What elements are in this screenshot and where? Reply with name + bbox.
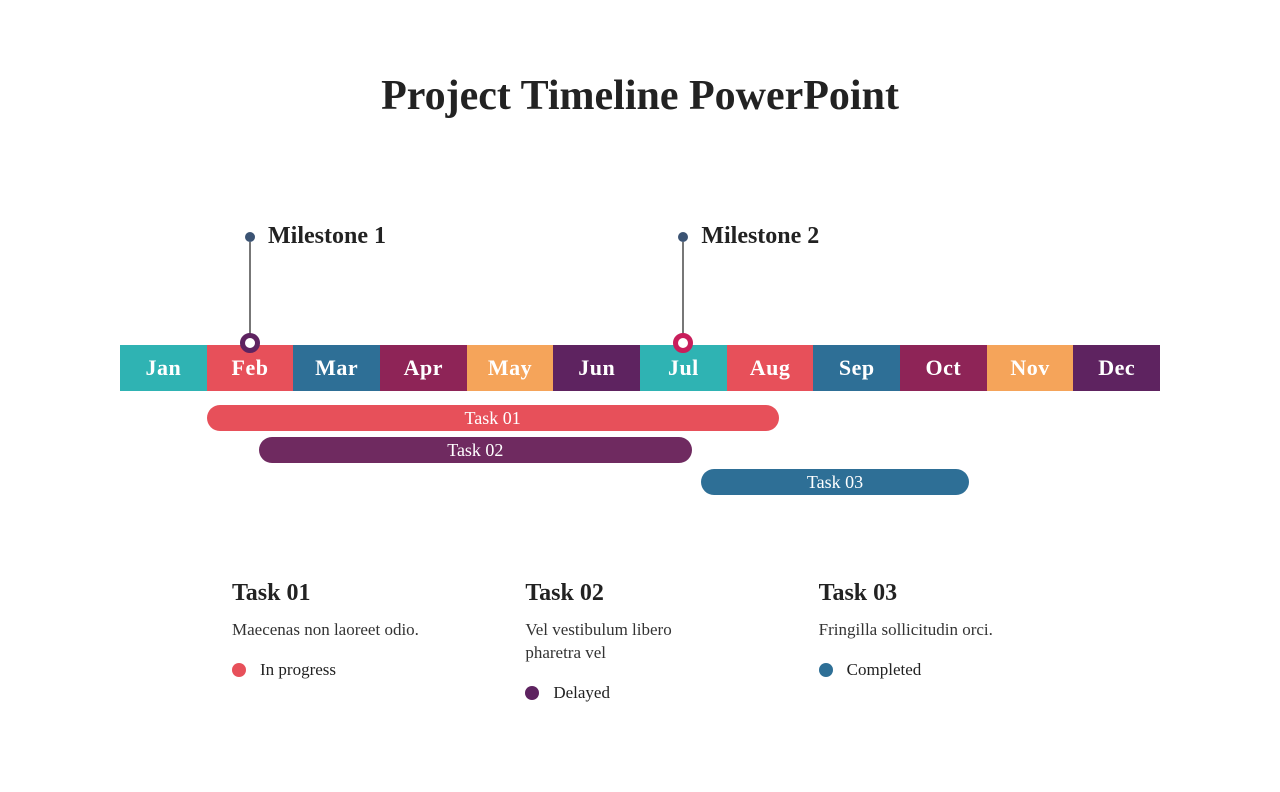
- task-details: Task 01 Maecenas non laoreet odio. In prog…: [232, 580, 1052, 703]
- month-cell: Oct: [900, 345, 987, 391]
- task-status-label: Delayed: [553, 683, 610, 703]
- month-cell: Sep: [813, 345, 900, 391]
- task-detail: Task 02 Vel vestibulum libero pharetra ve…: [525, 580, 758, 703]
- status-dot-icon: [525, 686, 539, 700]
- month-cell: Jan: [120, 345, 207, 391]
- milestone-line: [682, 242, 684, 338]
- milestone-label: Milestone 1: [268, 223, 386, 250]
- task-bar: Task 03: [701, 469, 970, 495]
- month-cell: Apr: [380, 345, 467, 391]
- milestone-dot-icon: [678, 232, 688, 242]
- task-status: Completed: [819, 660, 1052, 680]
- month-cell: Nov: [987, 345, 1074, 391]
- milestone-label: Milestone 2: [701, 223, 819, 250]
- page-title: Project Timeline PowerPoint: [0, 72, 1280, 120]
- month-cell: May: [467, 345, 554, 391]
- milestone-ring-icon: [240, 333, 260, 353]
- milestone-dot-icon: [245, 232, 255, 242]
- task-status: Delayed: [525, 683, 758, 703]
- task-detail: Task 01 Maecenas non laoreet odio. In prog…: [232, 580, 465, 703]
- task-bar: Task 01: [207, 405, 779, 431]
- task-detail-title: Task 02: [525, 580, 758, 607]
- status-dot-icon: [819, 663, 833, 677]
- task-detail-desc: Fringilla sollicitudin orci.: [819, 619, 1009, 642]
- month-cell: Dec: [1073, 345, 1160, 391]
- timeline-canvas: Milestone 1Milestone 2 JanFebMarAprMayJu…: [120, 227, 1160, 517]
- task-bar: Task 02: [259, 437, 692, 463]
- milestone-line: [249, 242, 251, 338]
- month-cell: Mar: [293, 345, 380, 391]
- task-status-label: Completed: [847, 660, 922, 680]
- task-detail-title: Task 03: [819, 580, 1052, 607]
- status-dot-icon: [232, 663, 246, 677]
- task-status: In progress: [232, 660, 465, 680]
- task-detail-title: Task 01: [232, 580, 465, 607]
- task-status-label: In progress: [260, 660, 336, 680]
- month-cell: Aug: [727, 345, 814, 391]
- month-cell: Jun: [553, 345, 640, 391]
- task-detail-desc: Maecenas non laoreet odio.: [232, 619, 422, 642]
- task-detail-desc: Vel vestibulum libero pharetra vel: [525, 619, 715, 665]
- month-strip: JanFebMarAprMayJunJulAugSepOctNovDec: [120, 345, 1160, 391]
- task-detail: Task 03 Fringilla sollicitudin orci. Compl…: [819, 580, 1052, 703]
